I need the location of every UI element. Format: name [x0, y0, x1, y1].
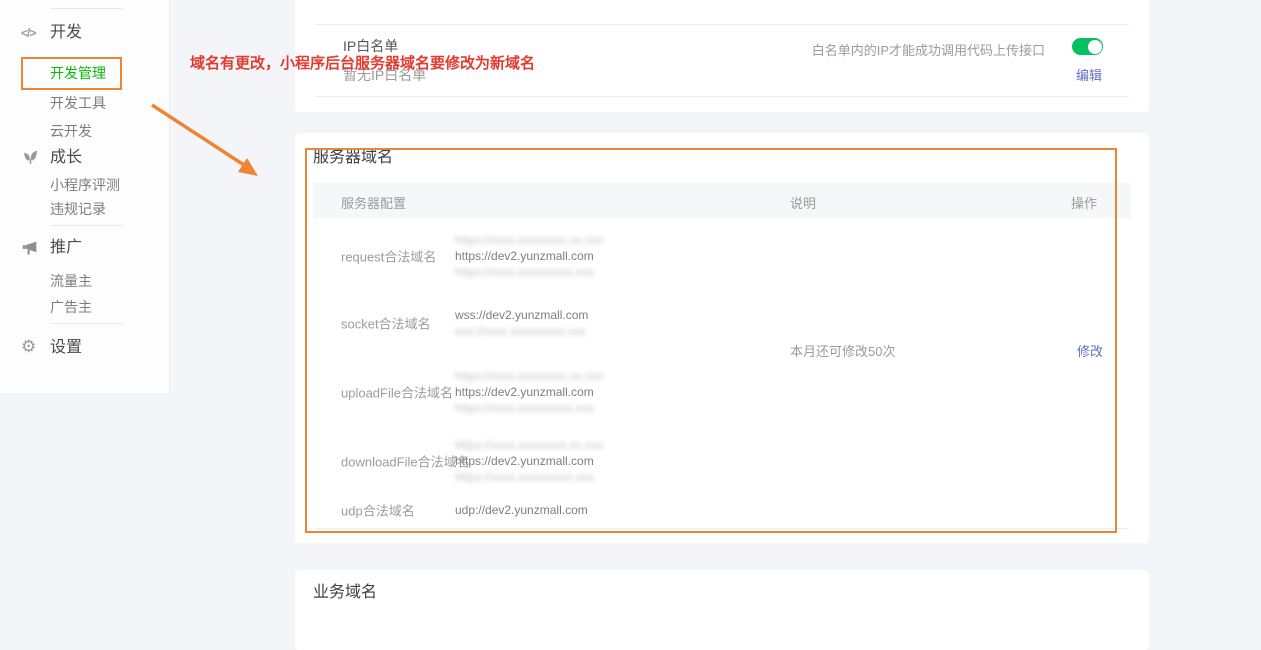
- domain-url-redacted: https://xxxx.xxxxxxxxx.xxx: [455, 469, 775, 485]
- sidebar-group-growth[interactable]: 成长: [50, 149, 82, 167]
- sidebar-divider: [50, 323, 123, 324]
- server-domain-card: 服务器域名 服务器配置 说明 操作 request合法域名 https://xx…: [295, 133, 1149, 543]
- sidebar-item-traffic-owner[interactable]: 流量主: [50, 273, 92, 289]
- sidebar-divider: [50, 8, 123, 9]
- domain-url: https://dev2.yunzmall.com: [455, 384, 775, 400]
- table-row: downloadFile合法域名 https://xxxx.xxxxxxxx.x…: [295, 437, 775, 485]
- domain-url: https://dev2.yunzmall.com: [455, 453, 775, 469]
- column-header-config: 服务器配置: [341, 193, 406, 212]
- server-domain-title: 服务器域名: [313, 149, 393, 167]
- domain-url-redacted: xxx://xxxx.xxxxxxxxx.xxx: [455, 323, 775, 339]
- domain-url: wss://dev2.yunzmall.com: [455, 307, 775, 323]
- divider: [315, 528, 1129, 529]
- business-domain-card: 业务域名: [295, 570, 1149, 650]
- row-label: uploadFile合法域名: [341, 383, 453, 402]
- row-label: udp合法域名: [341, 501, 415, 520]
- table-row: uploadFile合法域名 https://xxxx.xxxxxxxx.xx.…: [295, 368, 775, 416]
- sprout-icon: [22, 148, 39, 165]
- row-label: socket合法域名: [341, 314, 431, 333]
- column-header-action: 操作: [1071, 193, 1097, 212]
- domain-url: udp://dev2.yunzmall.com: [455, 502, 775, 518]
- column-header-desc: 说明: [790, 193, 816, 212]
- ip-whitelist-edit-link[interactable]: 编辑: [1076, 65, 1102, 84]
- sidebar-group-settings[interactable]: 设置: [50, 339, 82, 357]
- domain-url-redacted: https://xxxx.xxxxxxxx.xx.xxx: [455, 437, 775, 453]
- sidebar-group-dev[interactable]: 开发: [50, 24, 82, 42]
- code-icon: </>: [21, 26, 35, 40]
- domain-url-redacted: https://xxxx.xxxxxxxxx.xxx: [455, 264, 775, 280]
- ip-whitelist-empty-text: 暂无IP白名单: [343, 65, 426, 85]
- sidebar-group-promotion[interactable]: 推广: [50, 239, 82, 257]
- row-label: request合法域名: [341, 247, 436, 266]
- sidebar-divider: [50, 225, 123, 226]
- table-row: socket合法域名 wss://dev2.yunzmall.com xxx:/…: [295, 307, 775, 339]
- toggle-knob: [1088, 40, 1102, 54]
- modify-quota-note: 本月还可修改50次: [790, 341, 895, 360]
- domain-url-redacted: https://xxxx.xxxxxxxx.xx.xxx: [455, 232, 775, 248]
- sidebar-item-advertiser[interactable]: 广告主: [50, 299, 92, 315]
- sidebar-item-violation-record[interactable]: 违规记录: [50, 201, 106, 217]
- sidebar-item-mp-review[interactable]: 小程序评测: [50, 177, 120, 193]
- modify-link[interactable]: 修改: [1077, 341, 1103, 360]
- sidebar-item-dev-manage[interactable]: 开发管理: [50, 65, 106, 81]
- ip-whitelist-title: IP白名单: [343, 36, 398, 56]
- domain-url: https://dev2.yunzmall.com: [455, 248, 775, 264]
- ip-whitelist-toggle-label: 白名单内的IP才能成功调用代码上传接口: [812, 40, 1045, 59]
- ip-whitelist-card: IP白名单 暂无IP白名单 白名单内的IP才能成功调用代码上传接口 编辑: [295, 0, 1149, 112]
- sidebar-item-dev-tools[interactable]: 开发工具: [50, 95, 106, 111]
- table-row: request合法域名 https://xxxx.xxxxxxxx.xx.xxx…: [295, 232, 775, 280]
- domain-url-redacted: https://xxxx.xxxxxxxx.xx.xxx: [455, 368, 775, 384]
- row-label: downloadFile合法域名: [341, 452, 470, 471]
- sidebar: </> 开发 开发管理 开发工具 云开发 成长 小程序评测 违规记录 推广 流量…: [0, 0, 170, 393]
- divider: [315, 24, 1129, 25]
- table-header-row: 服务器配置 说明 操作: [313, 183, 1131, 218]
- business-domain-title: 业务域名: [313, 584, 377, 602]
- divider: [315, 96, 1129, 97]
- megaphone-icon: [22, 240, 39, 256]
- domain-url-redacted: https://xxxx.xxxxxxxxx.xxx: [455, 400, 775, 416]
- ip-whitelist-toggle[interactable]: [1072, 38, 1103, 55]
- sidebar-item-cloud-dev[interactable]: 云开发: [50, 123, 92, 139]
- gear-icon: ⚙: [21, 339, 36, 356]
- table-row: udp合法域名 udp://dev2.yunzmall.com: [295, 502, 775, 518]
